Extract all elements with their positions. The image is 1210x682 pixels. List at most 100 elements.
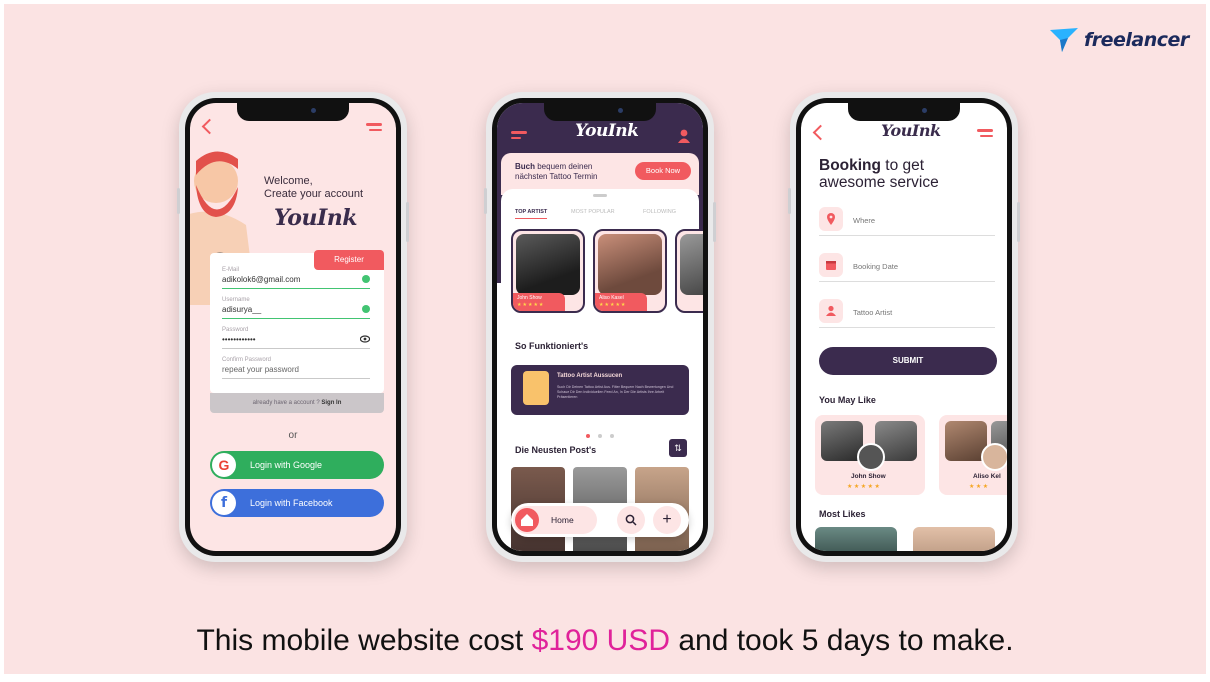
brand-name: freelancer <box>1084 29 1189 51</box>
avatar <box>857 443 885 471</box>
artist-card[interactable] <box>675 229 703 313</box>
artist-stars: ★★★★★ <box>847 484 882 490</box>
artist-name: John Show <box>517 295 542 301</box>
facebook-icon: f <box>212 491 236 515</box>
where-field[interactable]: Where <box>819 207 995 236</box>
phone-home: YouInk Buch bequem deinen nächsten Tattoo… <box>484 92 716 562</box>
booking-title: Booking to get awesome service <box>819 157 939 191</box>
artist-stars: ★★★★★ <box>599 302 627 308</box>
password-field[interactable]: Password •••••••••••• <box>222 327 370 349</box>
app-logo: YouInk <box>881 121 941 140</box>
add-icon[interactable]: + <box>653 506 681 534</box>
artist-name: Aliso Kasel <box>599 295 624 301</box>
username-label: Username <box>222 297 250 303</box>
password-label: Password <box>222 327 249 333</box>
username-field[interactable]: Username adisurya__ <box>222 297 370 319</box>
confirm-password-field[interactable]: Confirm Password repeat your password <box>222 357 370 379</box>
bottom-navigation: Home + <box>511 503 689 537</box>
book-now-button[interactable]: Book Now <box>635 162 691 180</box>
already-account-text: already have a account ? <box>252 400 320 406</box>
artist-card[interactable]: John Show ★★★★★ <box>511 229 585 313</box>
how-it-works-card[interactable]: Tattoo Artist Aussucen Such Dir Deinen T… <box>511 365 689 415</box>
user-icon[interactable] <box>677 129 691 143</box>
google-login-button[interactable]: G Login with Google <box>210 451 384 479</box>
section-title: Most Likes <box>819 509 866 519</box>
where-label: Where <box>853 216 876 225</box>
phone-signup: Welcome, Create your account YouInk Regi… <box>177 92 409 562</box>
check-icon <box>362 305 370 313</box>
search-icon[interactable] <box>617 506 645 534</box>
most-likes-thumbnail[interactable] <box>913 527 995 551</box>
artist-name: Aliso Kel <box>973 473 1001 480</box>
how-card-description: Such Dir Deinen Tattoo Artist Aus. Filte… <box>557 385 674 399</box>
confirm-placeholder: repeat your password <box>222 365 370 379</box>
recommended-card[interactable]: Aliso Kel ★★★ <box>939 415 1007 495</box>
password-value: •••••••••••• <box>222 335 256 344</box>
avatar <box>981 443 1007 471</box>
caption-prefix: This mobile website cost <box>196 624 532 657</box>
username-value: adisurya__ <box>222 305 262 314</box>
or-divider: or <box>288 430 298 441</box>
email-field[interactable]: E-Mail adikolok6@gmail.com <box>222 267 370 289</box>
freelancer-logo: freelancer <box>1048 26 1189 54</box>
section-title: So Funktioniert's <box>515 341 589 351</box>
booking-date-field[interactable]: Booking Date <box>819 253 995 282</box>
signup-screen: Welcome, Create your account YouInk Regi… <box>190 103 396 551</box>
email-label: E-Mail <box>222 267 240 273</box>
menu-icon[interactable] <box>511 131 527 142</box>
phone-booking: YouInk Booking to get awesome service Wh… <box>788 92 1020 562</box>
how-card-title: Tattoo Artist Aussucen <box>557 373 623 379</box>
caption: This mobile website cost $190 USD and to… <box>4 624 1206 658</box>
app-logo: YouInk <box>274 205 358 231</box>
location-icon <box>819 207 843 231</box>
booking-title-bold: Booking <box>819 157 881 174</box>
caption-suffix: and took 5 days to make. <box>670 624 1014 657</box>
app-logo: YouInk <box>575 121 639 141</box>
back-icon[interactable] <box>201 118 218 135</box>
booking-title-line2: awesome service <box>819 174 939 191</box>
signup-form: Register E-Mail adikolok6@gmail.com User… <box>210 250 384 393</box>
tattoo-artist-field[interactable]: Tattoo Artist <box>819 299 995 328</box>
welcome-text: Welcome, Create your account <box>264 175 363 201</box>
google-icon: G <box>212 453 236 477</box>
facebook-login-button[interactable]: f Login with Facebook <box>210 489 384 517</box>
most-likes-thumbnail[interactable] <box>815 527 897 551</box>
artist-card[interactable]: Aliso Kasel ★★★★★ <box>593 229 667 313</box>
create-account-line: Create your account <box>264 188 364 200</box>
home-screen: YouInk Buch bequem deinen nächsten Tattoo… <box>497 103 703 551</box>
recommended-card[interactable]: John Show ★★★★★ <box>815 415 925 495</box>
tab-following[interactable]: FOLLOWING <box>643 209 676 215</box>
sort-icon[interactable]: ⇅ <box>669 439 687 457</box>
nav-home-label: Home <box>551 515 574 525</box>
promo-text: bequem deinen <box>535 162 593 171</box>
artist-photo <box>516 234 580 295</box>
nav-home[interactable]: Home <box>513 506 597 534</box>
google-login-label: Login with Google <box>250 460 323 470</box>
confirm-label: Confirm Password <box>222 357 272 363</box>
check-icon <box>362 275 370 283</box>
artist-icon <box>523 371 549 405</box>
booking-title-rest: to get <box>881 157 925 174</box>
section-title: Die Neusten Post's <box>515 445 597 455</box>
promo-canvas: freelancer Welcome, Create your account … <box>4 4 1206 674</box>
artist-stars: ★★★★★ <box>517 302 545 308</box>
menu-icon[interactable] <box>977 129 993 140</box>
signin-link[interactable]: Sign In <box>321 400 341 406</box>
tab-top-artist[interactable]: TOP ARTIST <box>515 209 548 219</box>
content-sheet: TOP ARTIST MOST POPULAR FOLLOWING John S… <box>501 189 703 551</box>
submit-button[interactable]: SUBMIT <box>819 347 997 375</box>
back-icon[interactable] <box>812 124 829 141</box>
artist-name: John Show <box>851 473 886 480</box>
promo-bold: Buch <box>515 162 535 171</box>
menu-icon[interactable] <box>366 123 382 134</box>
artist-stars: ★★★ <box>969 484 990 490</box>
calendar-icon <box>819 253 843 277</box>
tab-most-popular[interactable]: MOST POPULAR <box>571 209 615 215</box>
eye-icon[interactable] <box>360 335 370 343</box>
artist-photo <box>598 234 662 295</box>
artist-photo <box>680 234 703 295</box>
drag-handle[interactable] <box>593 194 607 197</box>
promo-text-2: nächsten Tattoo Termin <box>515 172 598 181</box>
booking-date-label: Booking Date <box>853 262 899 271</box>
facebook-login-label: Login with Facebook <box>250 498 333 508</box>
